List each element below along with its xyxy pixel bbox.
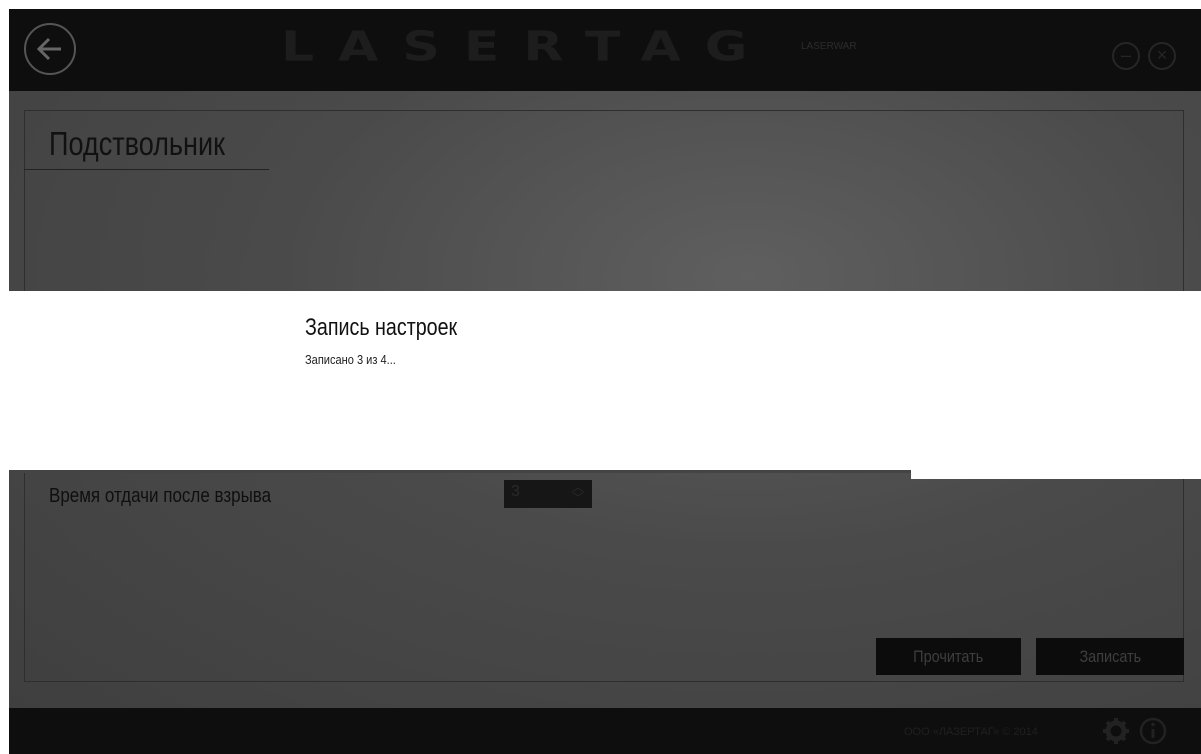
write-button-label: Записать: [1079, 647, 1141, 666]
dialog-status-text: Записано 3 из 4...: [305, 352, 396, 367]
read-button-label: Прочитать: [913, 647, 984, 666]
write-progress-dialog: Запись настроек Записано 3 из 4...: [9, 291, 1201, 470]
close-button[interactable]: ×: [1148, 42, 1176, 70]
write-button[interactable]: Записать: [1036, 638, 1184, 675]
gear-icon[interactable]: [1102, 717, 1130, 750]
stepper-arrows[interactable]: ︿ ﹀: [568, 481, 588, 504]
recoil-time-label: Время отдачи после взрыва: [49, 485, 272, 507]
back-button[interactable]: [24, 23, 76, 75]
close-icon: ×: [1156, 45, 1168, 65]
page-title: Подствольник: [49, 125, 225, 162]
recoil-time-stepper[interactable]: 3 ︿ ﹀: [504, 480, 592, 508]
app-logo: LASERTAG: [281, 24, 772, 71]
minimize-icon: –: [1120, 45, 1131, 65]
title-underline: [24, 169, 269, 170]
read-button[interactable]: Прочитать: [876, 638, 1021, 675]
stepper-value: 3: [511, 483, 520, 500]
dialog-edge: [911, 470, 1201, 479]
chevron-down-icon[interactable]: ﹀: [568, 492, 588, 504]
app-logo-subtitle: LASERWAR: [801, 41, 857, 52]
title-bar: LASERTAG LASERWAR – ×: [9, 9, 1201, 91]
arrow-left-icon: [36, 37, 61, 61]
copyright-text: ООО «ЛАЗЕРТАГ» © 2014: [904, 726, 1038, 738]
dialog-title: Запись настроек: [305, 314, 458, 341]
dialog-shadow: [9, 470, 911, 473]
footer-bar: ООО «ЛАЗЕРТАГ» © 2014: [9, 708, 1201, 754]
minimize-button[interactable]: –: [1112, 42, 1140, 70]
info-icon[interactable]: [1139, 717, 1167, 750]
